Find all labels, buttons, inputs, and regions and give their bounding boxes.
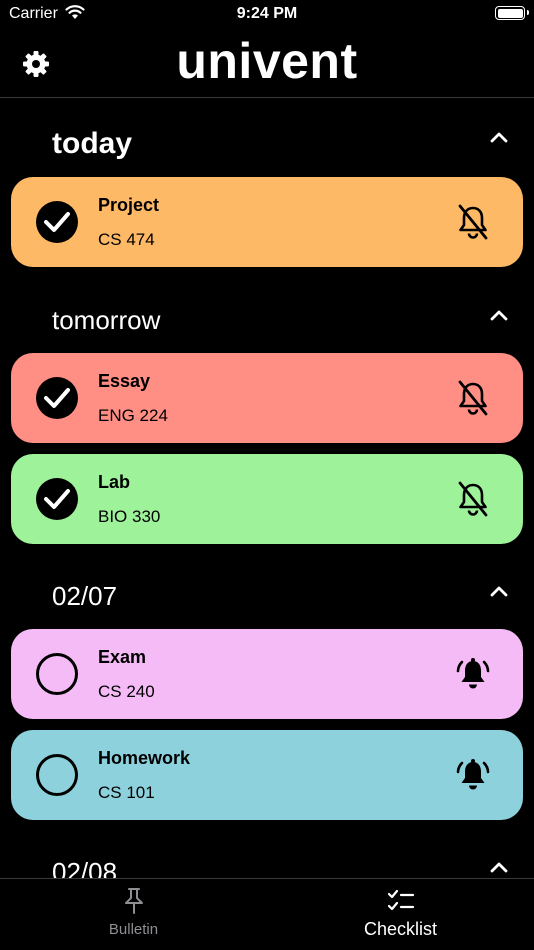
pin-icon — [124, 888, 143, 914]
app-header: univent — [0, 30, 534, 98]
task-name: Lab — [98, 472, 131, 492]
tab-label: Bulletin — [108, 921, 159, 938]
task-name: Project — [98, 195, 160, 215]
task-course: CS 474 — [98, 230, 155, 249]
task-card[interactable]: Project CS 474 — [11, 177, 523, 267]
section-label: tomorrow — [52, 305, 161, 335]
section-header-today: today — [0, 127, 534, 167]
bell-ringing-icon[interactable] — [456, 656, 490, 692]
section-label: today — [52, 127, 133, 160]
unchecked-circle-icon[interactable] — [36, 653, 78, 695]
task-course: CS 101 — [98, 783, 155, 802]
chevron-up-icon[interactable] — [490, 585, 508, 597]
checklist-content[interactable]: today Project CS 474 tomorrow Essay ENG … — [0, 99, 534, 878]
task-course: CS 240 — [98, 682, 155, 701]
checked-circle-icon[interactable] — [36, 478, 78, 520]
clock-time: 9:24 PM — [236, 5, 298, 22]
section-label: 02/08 — [52, 857, 118, 878]
checked-circle-icon[interactable] — [36, 201, 78, 243]
task-name: Homework — [98, 748, 191, 768]
task-card[interactable]: Exam CS 240 — [11, 629, 523, 719]
section-header-tomorrow: tomorrow — [0, 305, 534, 345]
bell-off-icon[interactable] — [456, 481, 490, 517]
unchecked-circle-icon[interactable] — [36, 754, 78, 796]
app-title: univent — [176, 33, 358, 89]
tab-bar: Bulletin Checklist — [0, 878, 534, 950]
bell-ringing-icon[interactable] — [456, 757, 490, 793]
chevron-up-icon[interactable] — [490, 861, 508, 873]
task-course: BIO 330 — [98, 507, 161, 526]
section-header-date: 02/07 — [0, 581, 534, 621]
task-card[interactable]: Homework CS 101 — [11, 730, 523, 820]
status-bar: Carrier 9:24 PM — [0, 0, 534, 30]
task-course: ENG 224 — [98, 406, 168, 425]
tab-checklist[interactable]: Checklist — [267, 879, 534, 950]
chevron-up-icon[interactable] — [490, 131, 508, 143]
tab-bulletin[interactable]: Bulletin — [0, 879, 267, 950]
section-label: 02/07 — [52, 581, 118, 611]
task-name: Essay — [98, 371, 151, 391]
section-header-date: 02/08 — [0, 857, 534, 878]
bell-off-icon[interactable] — [456, 380, 490, 416]
checked-circle-icon[interactable] — [36, 377, 78, 419]
bell-off-icon[interactable] — [456, 204, 490, 240]
task-name: Exam — [98, 647, 147, 667]
tab-label: Checklist — [363, 919, 438, 939]
checklist-icon — [387, 889, 414, 911]
chevron-up-icon[interactable] — [490, 309, 508, 321]
task-card[interactable]: Lab BIO 330 — [11, 454, 523, 544]
task-card[interactable]: Essay ENG 224 — [11, 353, 523, 443]
battery-icon — [495, 6, 529, 20]
